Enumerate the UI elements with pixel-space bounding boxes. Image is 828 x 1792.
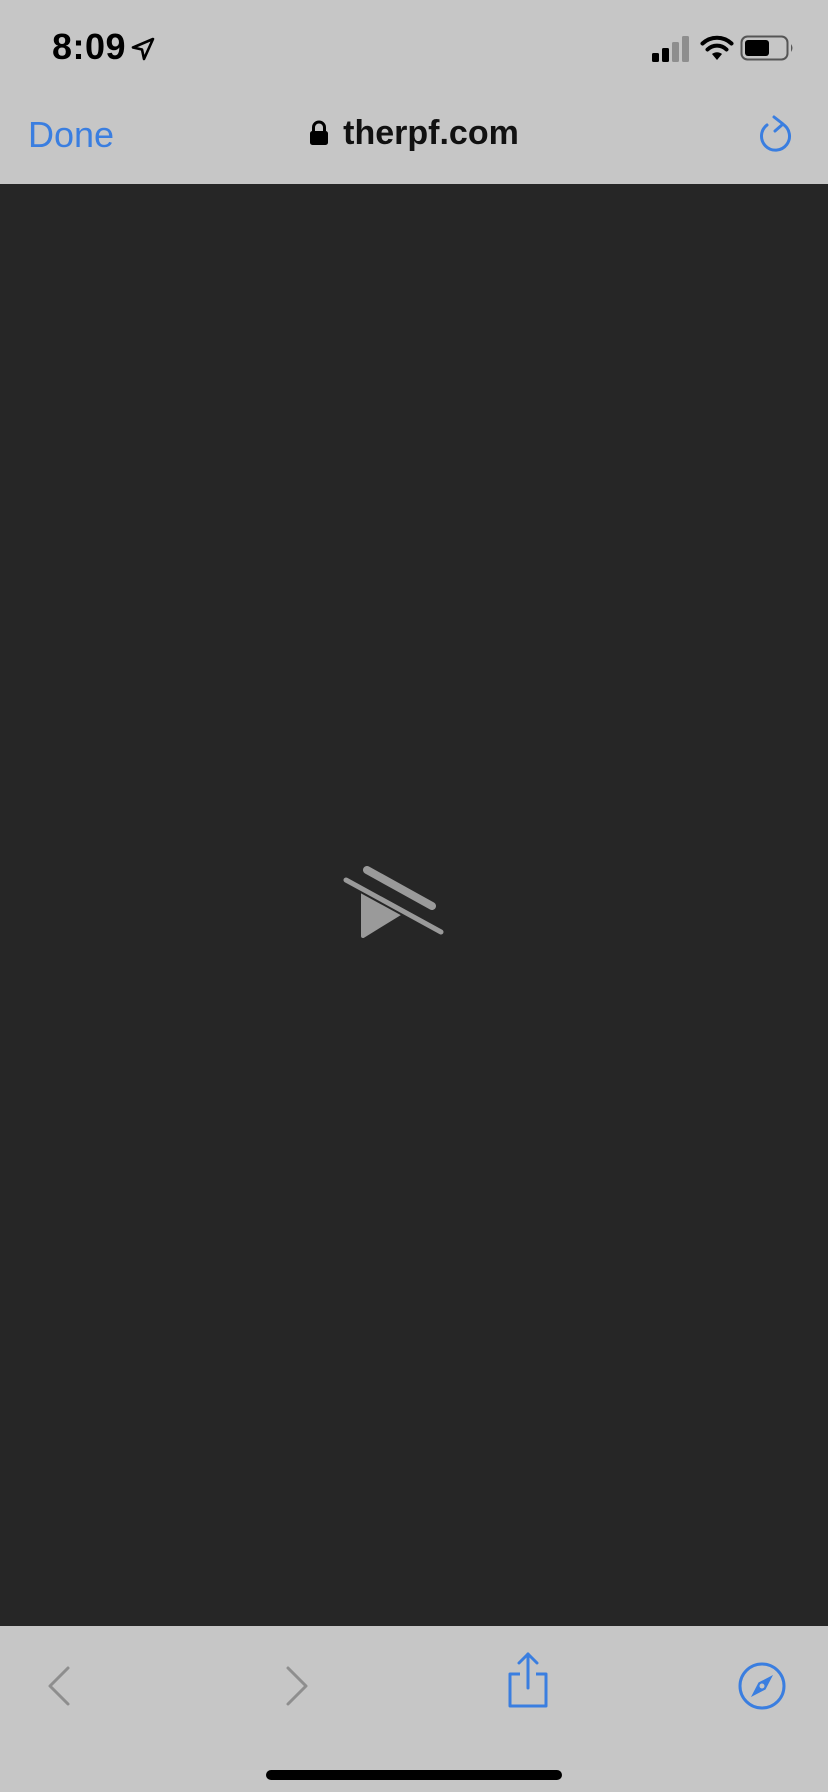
browser-nav-bar: Done therpf.com xyxy=(0,96,828,184)
location-arrow-icon xyxy=(131,37,155,61)
video-unavailable-icon xyxy=(343,866,444,938)
web-content-area[interactable] xyxy=(0,184,828,1626)
back-icon[interactable] xyxy=(30,1656,90,1716)
forward-icon[interactable] xyxy=(266,1656,326,1716)
address-bar[interactable]: therpf.com xyxy=(0,114,828,153)
status-bar: 8:09 xyxy=(0,0,828,96)
cellular-signal-icon xyxy=(652,36,689,62)
home-indicator[interactable] xyxy=(266,1770,562,1780)
status-time: 8:09 xyxy=(52,26,127,67)
battery-icon xyxy=(740,35,793,61)
wifi-icon xyxy=(700,35,734,60)
safari-compass-icon[interactable] xyxy=(732,1656,792,1716)
share-icon[interactable] xyxy=(498,1650,558,1710)
reload-icon[interactable] xyxy=(754,114,798,158)
browser-toolbar xyxy=(0,1626,828,1792)
address-text: therpf.com xyxy=(343,114,519,152)
safari-view-controller: 8:09 Done therpf.com xyxy=(0,0,828,1792)
lock-icon xyxy=(310,120,329,145)
